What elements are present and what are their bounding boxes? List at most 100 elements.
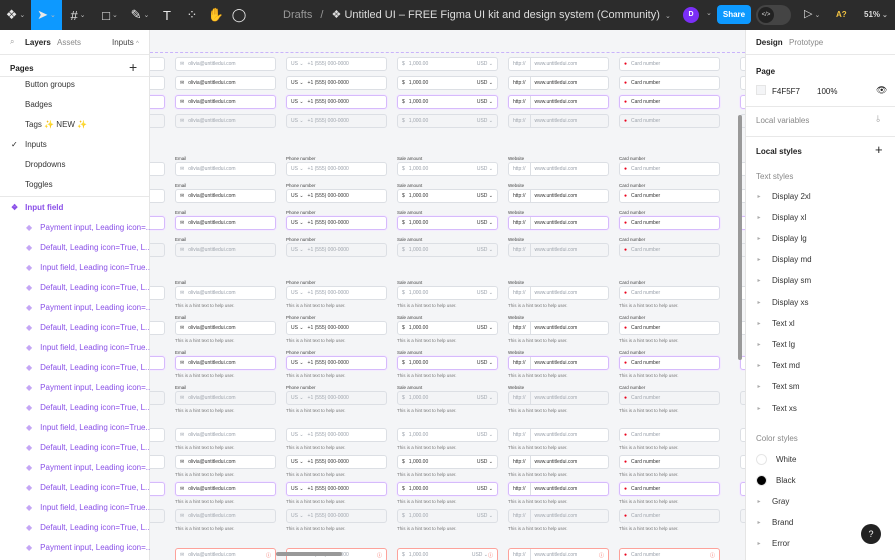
zoom-level[interactable]: 51% ⌄ (864, 10, 888, 19)
color-style-item[interactable]: ▸ Gray (746, 491, 895, 511)
input-partial[interactable] (150, 509, 165, 523)
layer-item[interactable]: ◆ Payment input, Leading icon=... (0, 297, 150, 317)
input-sale-amount[interactable]: $1,000.00 USD ⌄ (397, 189, 498, 203)
layer-item[interactable]: ◆ Payment input, Leading icon=... (0, 457, 150, 477)
input-website[interactable]: http://www.untitledui.com (508, 482, 609, 496)
input-email[interactable]: ✉ olivia@untitledui.com (175, 57, 276, 71)
input-sale-amount[interactable]: $1,000.00 USD ⌄ (397, 321, 498, 335)
page-item[interactable]: Button groups (25, 80, 75, 89)
input-partial[interactable] (150, 114, 165, 128)
input-sale-amount[interactable]: $1,000.00 USD ⌄ (397, 57, 498, 71)
currency-select[interactable]: USD ⌄ (477, 486, 493, 492)
page-item[interactable]: Badges (25, 100, 52, 109)
help-button[interactable]: ? (861, 524, 881, 544)
text-style-item[interactable]: ▸ Text md (746, 356, 895, 376)
input-sale-amount[interactable]: $1,000.00 USD ⌄ (397, 76, 498, 90)
input-card-number[interactable]: ● Card number (619, 114, 720, 128)
input-prefix[interactable]: US ⌄ (291, 432, 304, 438)
currency-select[interactable]: USD ⌄ (477, 80, 493, 86)
input-prefix[interactable]: US ⌄ (291, 80, 304, 86)
input-phone-number[interactable]: US ⌄ +1 (555) 000-0000 (286, 391, 387, 405)
text-style-item[interactable]: ▸ Display xs (746, 292, 895, 312)
input-email[interactable]: ✉ olivia@untitledui.com (175, 509, 276, 523)
layer-item[interactable]: ◆ Input field, Leading icon=True... (0, 257, 150, 277)
input-card-number[interactable]: ● Card number (619, 321, 720, 335)
input-phone-number[interactable]: US ⌄ +1 (555) 000-0000 (286, 162, 387, 176)
input-partial[interactable] (150, 216, 165, 230)
layer-item[interactable]: ◆ Default, Leading icon=True, L... (0, 317, 150, 337)
tool-hand[interactable]: ✋ (204, 0, 228, 30)
input-partial[interactable] (150, 57, 165, 71)
input-partial[interactable] (150, 162, 165, 176)
accessibility-badge[interactable]: A? (836, 10, 847, 19)
currency-select[interactable]: USD ⌄ (477, 99, 493, 105)
input-card-number[interactable]: ● Card number ⓘ (619, 548, 720, 560)
input-card-number[interactable]: ● Card number (619, 95, 720, 109)
input-website[interactable]: http://www.untitledui.com (508, 216, 609, 230)
input-phone-number[interactable]: US ⌄ +1 (555) 000-0000 (286, 189, 387, 203)
color-style-item[interactable]: Black (746, 470, 895, 490)
input-website[interactable]: http://www.untitledui.com (508, 95, 609, 109)
layer-item[interactable]: ◆ Input field, Leading icon=True... (0, 497, 150, 517)
tab-assets[interactable]: Assets (57, 38, 81, 47)
input-email[interactable]: ✉ olivia@untitledui.com (175, 114, 276, 128)
input-card-number[interactable]: ● Card number (619, 356, 720, 370)
dev-mode-toggle[interactable]: </> (756, 5, 791, 25)
input-partial[interactable] (150, 321, 165, 335)
input-sale-amount[interactable]: $1,000.00 USD ⌄ (397, 482, 498, 496)
input-email[interactable]: ✉ olivia@untitledui.com (175, 189, 276, 203)
chevron-down-icon[interactable]: ⌄ (665, 13, 671, 20)
breadcrumb-drafts[interactable]: Drafts (283, 9, 312, 21)
input-email[interactable]: ✉ olivia@untitledui.com (175, 391, 276, 405)
search-icon[interactable]: ⌕ (10, 37, 14, 47)
text-style-item[interactable]: ▸ Display md (746, 250, 895, 270)
input-partial[interactable] (150, 356, 165, 370)
input-sale-amount[interactable]: $1,000.00 USD ⌄ (397, 286, 498, 300)
input-partial[interactable] (150, 95, 165, 109)
layer-item[interactable]: ◆ Default, Leading icon=True, L... (0, 477, 150, 497)
input-phone-number[interactable]: US ⌄ +1 (555) 000-0000 (286, 286, 387, 300)
input-card-number[interactable]: ● Card number (619, 243, 720, 257)
input-phone-number[interactable]: US ⌄ +1 (555) 000-0000 (286, 114, 387, 128)
canvas[interactable]: ✉ olivia@untitledui.com US ⌄ +1 (555) 000-0… (150, 30, 745, 560)
currency-select[interactable]: USD ⌄ (477, 459, 493, 465)
vertical-scrollbar[interactable] (738, 115, 742, 360)
input-phone-number[interactable]: US ⌄ +1 (555) 000-0000 (286, 455, 387, 469)
input-sale-amount[interactable]: $1,000.00 USD ⌄ (397, 243, 498, 257)
input-phone-number[interactable]: US ⌄ +1 (555) 000-0000 (286, 482, 387, 496)
page-item[interactable]: Toggles (25, 180, 53, 189)
tool-pen[interactable]: ✎ ⌄ (126, 0, 154, 30)
input-email[interactable]: ✉ olivia@untitledui.com (175, 76, 276, 90)
input-sale-amount[interactable]: $1,000.00 USD ⌄ (397, 356, 498, 370)
input-card-number[interactable]: ● Card number (619, 428, 720, 442)
add-page-icon[interactable]: + (129, 59, 137, 75)
local-variables[interactable]: Local variables (756, 116, 809, 125)
currency-select[interactable]: USD ⌄ (477, 61, 493, 67)
tab-prototype[interactable]: Prototype (789, 38, 823, 47)
input-partial[interactable] (150, 428, 165, 442)
input-card-number[interactable]: ● Card number (619, 216, 720, 230)
input-email[interactable]: ✉ olivia@untitledui.com (175, 455, 276, 469)
eye-icon[interactable]: 👁 (876, 85, 887, 96)
input-sale-amount[interactable]: $1,000.00 USD ⌄ (397, 216, 498, 230)
input-card-number[interactable]: ● Card number (619, 455, 720, 469)
layer-item[interactable]: ◆ Payment input, Leading icon=... (0, 537, 150, 557)
input-website[interactable]: http://www.untitledui.com ⓘ (508, 548, 609, 560)
input-partial[interactable] (150, 189, 165, 203)
text-style-item[interactable]: ▸ Display 2xl (746, 186, 895, 206)
tab-design[interactable]: Design (756, 38, 783, 47)
page-item[interactable]: Dropdowns (25, 160, 65, 169)
input-phone-number[interactable]: US ⌄ +1 (555) 000-0000 (286, 95, 387, 109)
currency-select[interactable]: USD ⌄ (472, 552, 488, 558)
input-email[interactable]: ✉ olivia@untitledui.com ⓘ (175, 548, 276, 560)
tool-comment[interactable]: ◯ (228, 0, 250, 30)
input-email[interactable]: ✉ olivia@untitledui.com (175, 482, 276, 496)
layer-item[interactable]: ◆ Input field, Leading icon=True... (0, 337, 150, 357)
input-website[interactable]: http://www.untitledui.com (508, 243, 609, 257)
input-email[interactable]: ✉ olivia@untitledui.com (175, 162, 276, 176)
input-website[interactable]: http://www.untitledui.com (508, 162, 609, 176)
currency-select[interactable]: USD ⌄ (477, 395, 493, 401)
input-website[interactable]: http://www.untitledui.com (508, 76, 609, 90)
input-website[interactable]: http://www.untitledui.com (508, 455, 609, 469)
tool-text[interactable]: T (154, 0, 180, 30)
